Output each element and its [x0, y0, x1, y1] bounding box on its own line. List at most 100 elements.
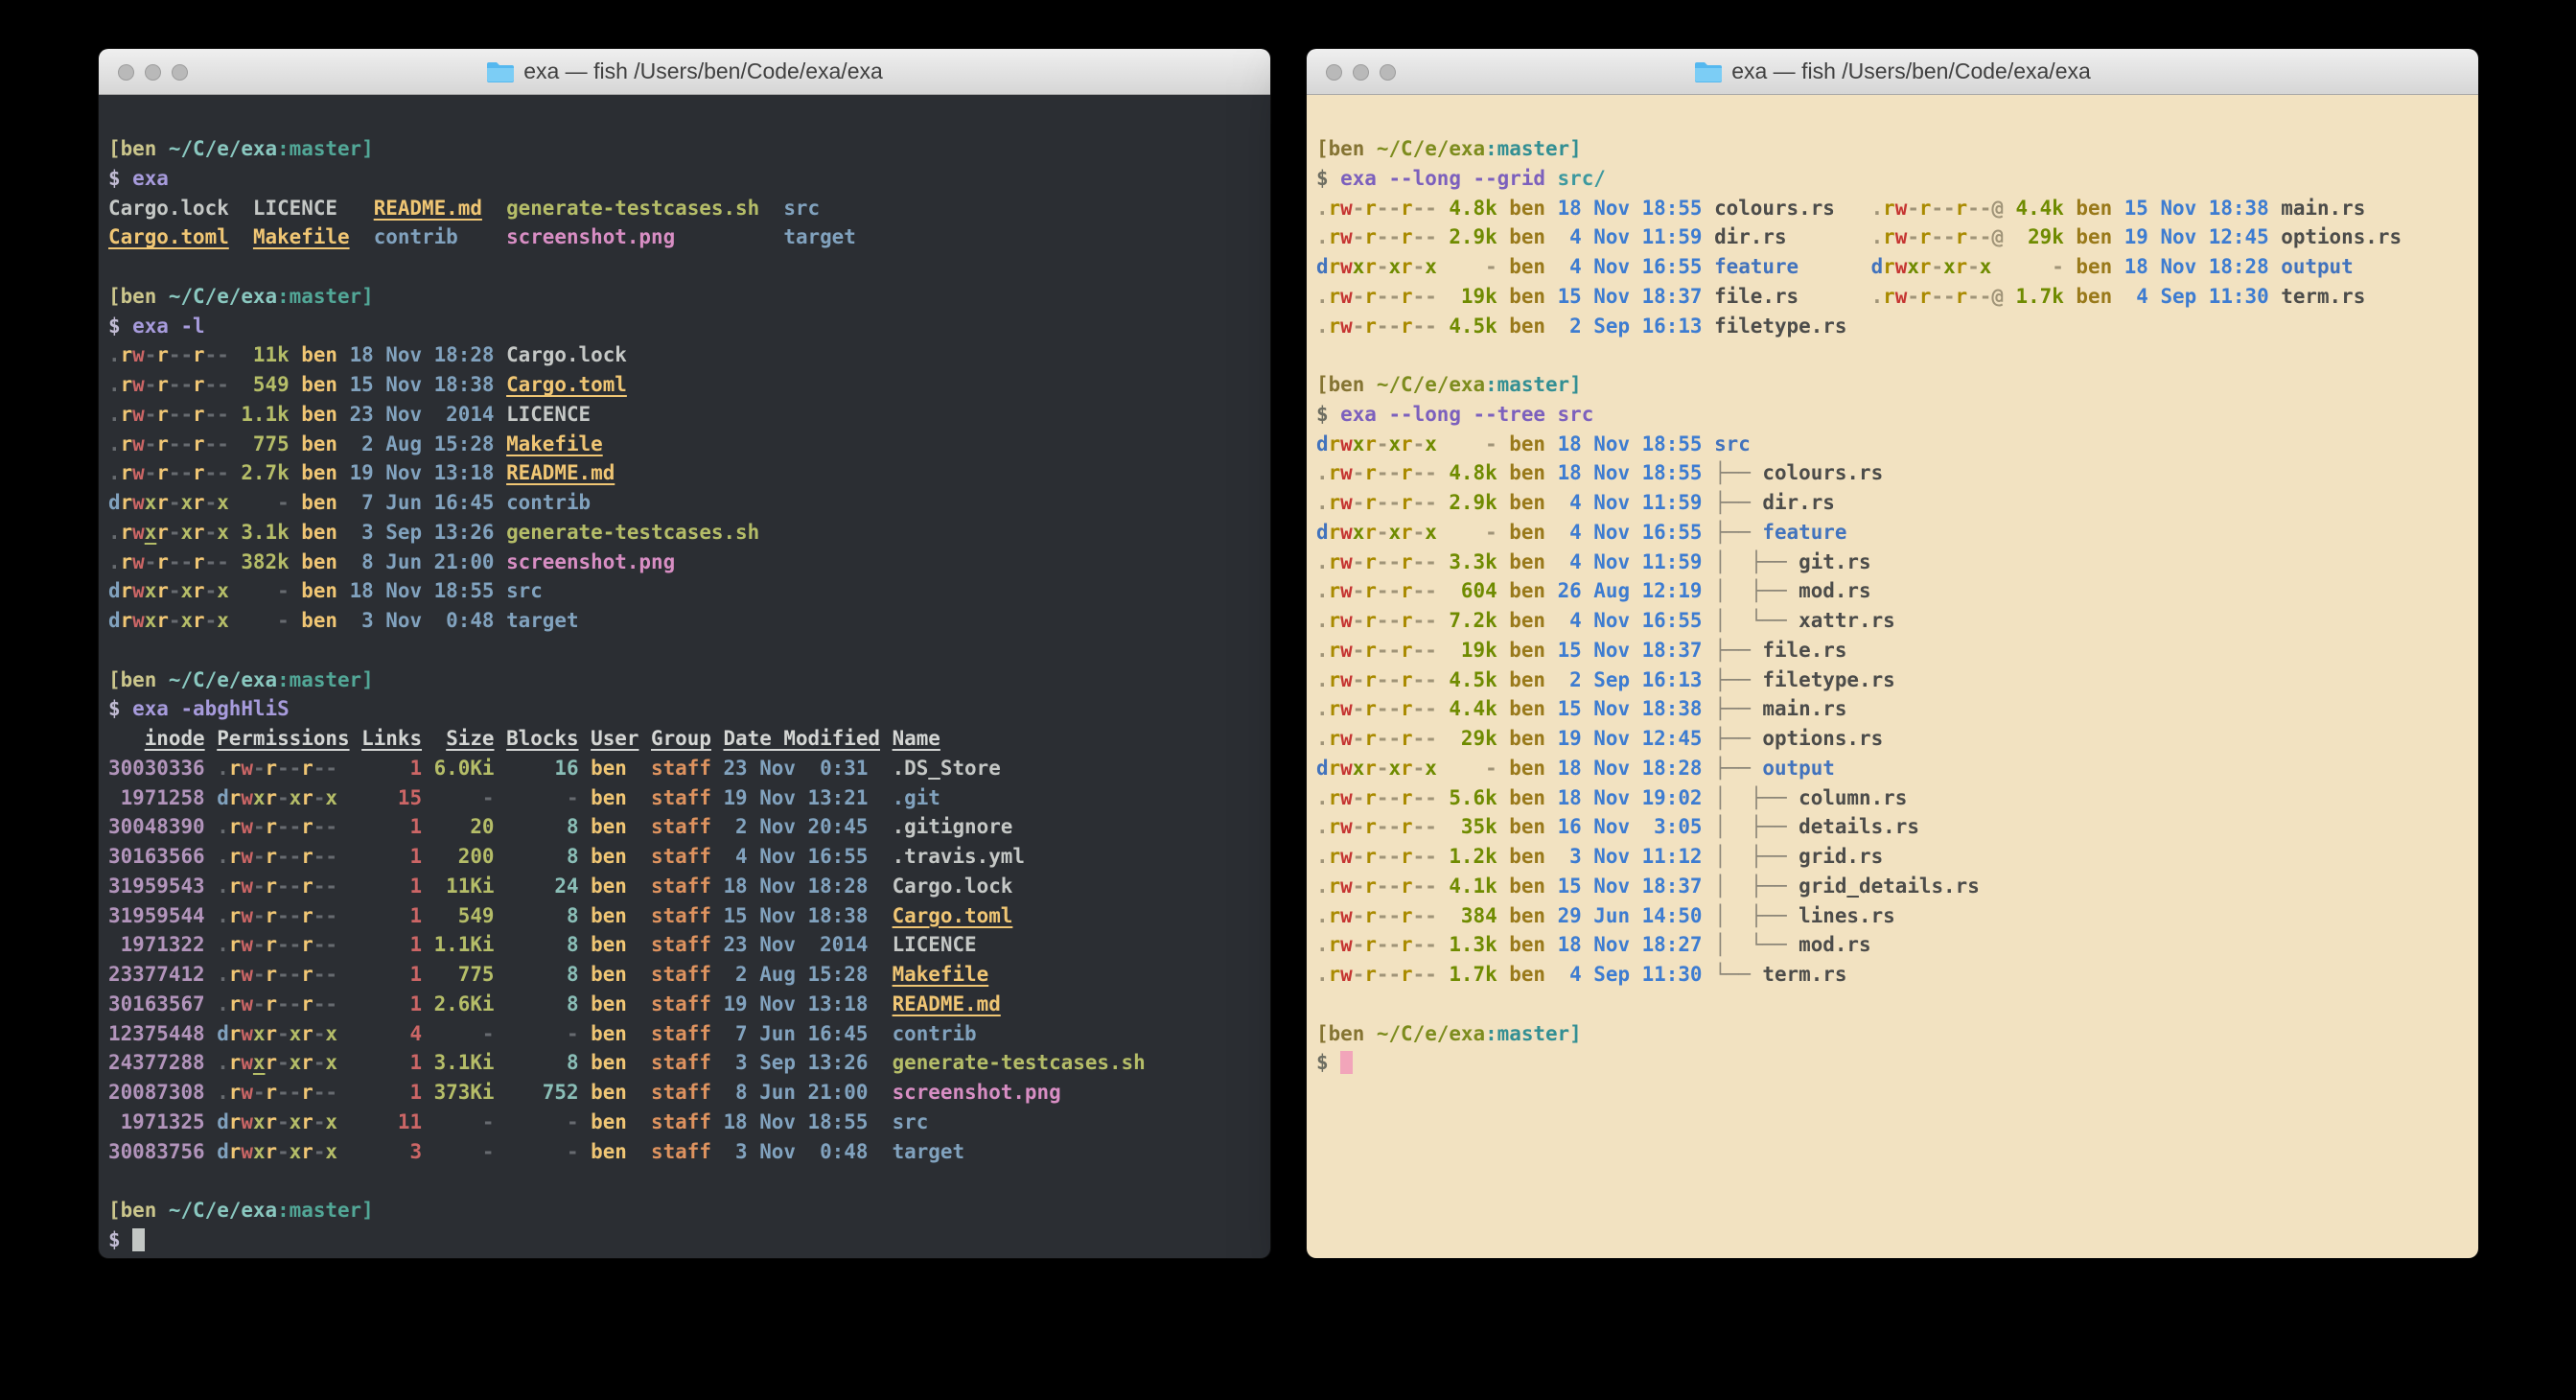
text-run: 5.6k [1437, 786, 1509, 809]
zoom-button[interactable] [172, 64, 188, 81]
text-run: │ ├── [1714, 579, 1799, 602]
text-run: . [217, 933, 229, 956]
terminal-line: .rw-r--r-- 19k ben 15 Nov 18:37 ├── file… [1316, 636, 2478, 665]
text-run: - [277, 1110, 290, 1133]
text-run: ben [591, 845, 651, 868]
text-run: inode [145, 727, 205, 750]
text-run: 18 Nov 18:55 [723, 1110, 892, 1133]
zoom-button[interactable] [1380, 64, 1396, 81]
text-run: 604 [1437, 579, 1509, 602]
text-run: - [253, 992, 266, 1015]
text-run: r [1919, 285, 1932, 308]
text-run: - [169, 521, 181, 544]
text-run: r [1401, 432, 1413, 455]
text-run: r [1919, 197, 1932, 220]
text-run: :master] [277, 137, 374, 160]
text-run: - [229, 579, 301, 602]
text-run: ben [591, 1081, 651, 1104]
text-run: :master] [1485, 137, 1582, 160]
text-run: r [266, 1022, 278, 1045]
text-run: @ [1991, 285, 2004, 308]
text-run: r [121, 609, 133, 632]
text-run [675, 225, 783, 248]
text-run: colours.rs [1762, 461, 1883, 484]
terminal-line [108, 1166, 1270, 1196]
desktop: exa — fish /Users/ben/Code/exa/exa [ben … [0, 0, 2576, 1400]
text-run: staff [651, 815, 723, 838]
text-run: -- [1377, 904, 1401, 927]
text-run: x [325, 1110, 337, 1133]
text-run: Cargo.lock [506, 343, 627, 366]
text-run: ben [2076, 197, 2123, 220]
terminal-screen-left[interactable]: [ben ~/C/e/exa:master]$ exaCargo.lock LI… [99, 95, 1270, 1258]
text-run: ~/C/e/exa [169, 285, 277, 308]
text-run: exa [132, 167, 169, 190]
text-run [482, 197, 506, 220]
titlebar-left[interactable]: exa — fish /Users/ben/Code/exa/exa [99, 49, 1270, 95]
text-run: r [1364, 963, 1377, 986]
text-run: r [1364, 609, 1377, 632]
text-run: 19k [1437, 285, 1509, 308]
text-run: 30083756 [108, 1140, 217, 1163]
text-run [229, 225, 253, 248]
text-run: . [1871, 285, 1884, 308]
text-run: r [1329, 432, 1341, 455]
text-run: x [1353, 521, 1365, 544]
text-run: 4.1k [1437, 875, 1509, 898]
close-button[interactable] [1326, 64, 1342, 81]
text-run: -- [169, 432, 193, 455]
text-run: r [1401, 668, 1413, 691]
text-run: ben [301, 521, 349, 544]
text-run: xattr.rs [1799, 609, 1895, 632]
text-run: x [253, 1051, 266, 1074]
text-run: options.rs [1762, 727, 1883, 750]
text-run: r [266, 1081, 278, 1104]
terminal-line: 23377412 .rw-r--r-- 1 775 8 ben staff 2 … [108, 960, 1270, 990]
text-run: $ [1316, 403, 1340, 426]
text-run [638, 727, 651, 750]
text-run: 30048390 [108, 815, 217, 838]
text-run: . [1871, 225, 1884, 248]
close-button[interactable] [118, 64, 134, 81]
terminal-line: .rw-r--r-- 4.8k ben 18 Nov 18:55 ├── col… [1316, 458, 2478, 488]
text-run: - [253, 815, 266, 838]
text-run: . [108, 550, 121, 573]
text-run: ~/C/e/exa [169, 137, 277, 160]
text-run: x [1425, 255, 1437, 278]
titlebar-right[interactable]: exa — fish /Users/ben/Code/exa/exa [1307, 49, 2478, 95]
text-run: $ [108, 697, 132, 720]
text-run: -- [1413, 315, 1437, 338]
minimize-button[interactable] [145, 64, 161, 81]
text-run: r [1364, 639, 1377, 662]
text-run: r [1364, 933, 1377, 956]
text-run: r [1956, 197, 1968, 220]
terminal-screen-right[interactable]: [ben ~/C/e/exa:master]$ exa --long --gri… [1307, 95, 2478, 1258]
minimize-button[interactable] [1353, 64, 1369, 81]
terminal-line: .rw-r--r-- 382k ben 8 Jun 21:00 screensh… [108, 548, 1270, 577]
terminal-line: drwxr-xr-x - ben 4 Nov 16:55 feature drw… [1316, 252, 2478, 282]
terminal-line: 24377288 .rwxr-xr-x 1 3.1Ki 8 ben staff … [108, 1048, 1270, 1078]
terminal-line [108, 252, 1270, 282]
text-run: - [1353, 845, 1365, 868]
text-run: r [193, 373, 205, 396]
terminal-line: .rwxr-xr-x 3.1k ben 3 Sep 13:26 generate… [108, 518, 1270, 548]
text-run: .DS_Store [893, 757, 1001, 780]
text-run: feature [1714, 255, 1799, 278]
text-run: 4.5k [1437, 668, 1509, 691]
text-run: - [253, 1081, 266, 1104]
text-run: - [1377, 521, 1389, 544]
text-run: r [1329, 491, 1341, 514]
text-run: 8 [506, 845, 591, 868]
text-run: - [313, 1022, 326, 1045]
text-run: -- [1377, 875, 1401, 898]
text-run: w [241, 1110, 253, 1133]
text-run: src [783, 197, 820, 220]
text-run: ben [301, 373, 349, 396]
text-run: r [1329, 875, 1341, 898]
text-run: . [1316, 550, 1329, 573]
text-run: exa --long --grid [1340, 167, 1557, 190]
text-run: - [169, 579, 181, 602]
text-run: ├── [1714, 491, 1762, 514]
terminal-line: .rw-r--r-- 604 ben 26 Aug 12:19 │ ├── mo… [1316, 576, 2478, 606]
text-run: x [290, 1051, 302, 1074]
